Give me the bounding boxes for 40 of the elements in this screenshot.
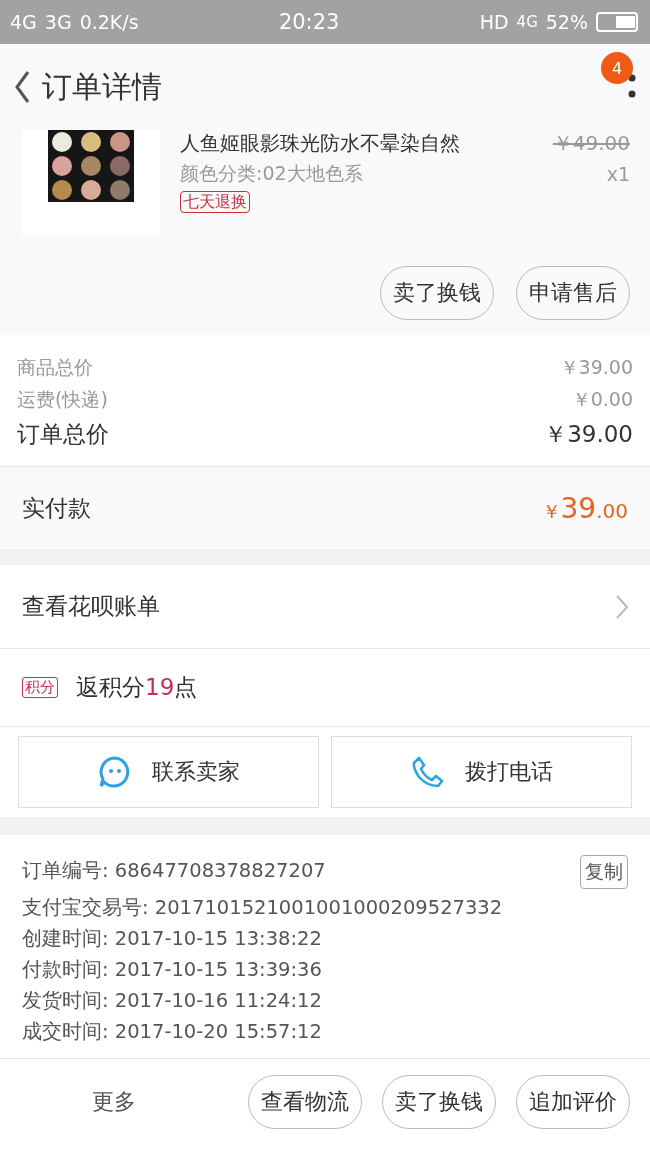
summary-value: ￥39.00 — [559, 355, 633, 380]
order-info-line: 成交时间: 2017-10-20 15:57:12 — [22, 1019, 322, 1045]
battery-percent: 52% — [545, 11, 588, 33]
phone-icon — [410, 755, 445, 789]
quantity: x1 — [606, 163, 630, 185]
order-info-line: 创建时间: 2017-10-15 13:38:22 — [22, 926, 322, 952]
summary-value: ￥0.00 — [571, 387, 633, 412]
page-title: 订单详情 — [42, 67, 162, 106]
huabei-link[interactable]: 查看花呗账单 — [22, 591, 160, 622]
network-label: HD — [479, 11, 509, 33]
product-name: 人鱼姬眼影珠光防水不晕染自然 — [180, 130, 461, 157]
back-icon[interactable] — [14, 70, 30, 104]
status-text: 0.2K/s — [79, 11, 139, 33]
summary-value: ￥39.00 — [544, 420, 633, 449]
chat-icon — [97, 755, 132, 789]
contact-button[interactable]: 拨打电话 — [331, 736, 632, 808]
paid-amount: ￥39.00 — [541, 491, 628, 525]
network-type: 4G — [516, 13, 538, 31]
product-variant: 颜色分类:02大地色系 — [180, 161, 364, 186]
summary-label: 订单总价 — [17, 420, 109, 449]
more-link[interactable]: 更多 — [0, 1086, 228, 1117]
return-tag: 七天退换 — [180, 191, 250, 213]
copy-button[interactable]: 复制 — [580, 855, 628, 889]
contact-button[interactable]: 联系卖家 — [18, 736, 319, 808]
status-text: 4G — [10, 11, 37, 33]
original-price: ￥49.00 — [552, 130, 630, 157]
order-info-line: 发货时间: 2017-10-16 11:24:12 — [22, 988, 322, 1014]
status-text: 3G — [44, 11, 72, 33]
battery-icon — [596, 12, 640, 32]
order-info-line: 支付宝交易号: 2017101521001001000209527332 — [22, 895, 503, 921]
chevron-right-icon — [616, 594, 628, 619]
order-info-line: 付款时间: 2017-10-15 13:39:36 — [22, 957, 322, 983]
summary-label: 运费(快递) — [17, 387, 108, 412]
points-tag: 积分 — [22, 677, 58, 698]
notification-badge: 4 — [601, 52, 633, 84]
summary-label: 商品总价 — [17, 355, 93, 380]
order-info-line: 订单编号: 68647708378827207 — [22, 858, 326, 884]
clock: 20:23 — [277, 10, 341, 34]
points-text: 返积分19点 — [76, 673, 198, 702]
paid-label: 实付款 — [22, 493, 91, 523]
